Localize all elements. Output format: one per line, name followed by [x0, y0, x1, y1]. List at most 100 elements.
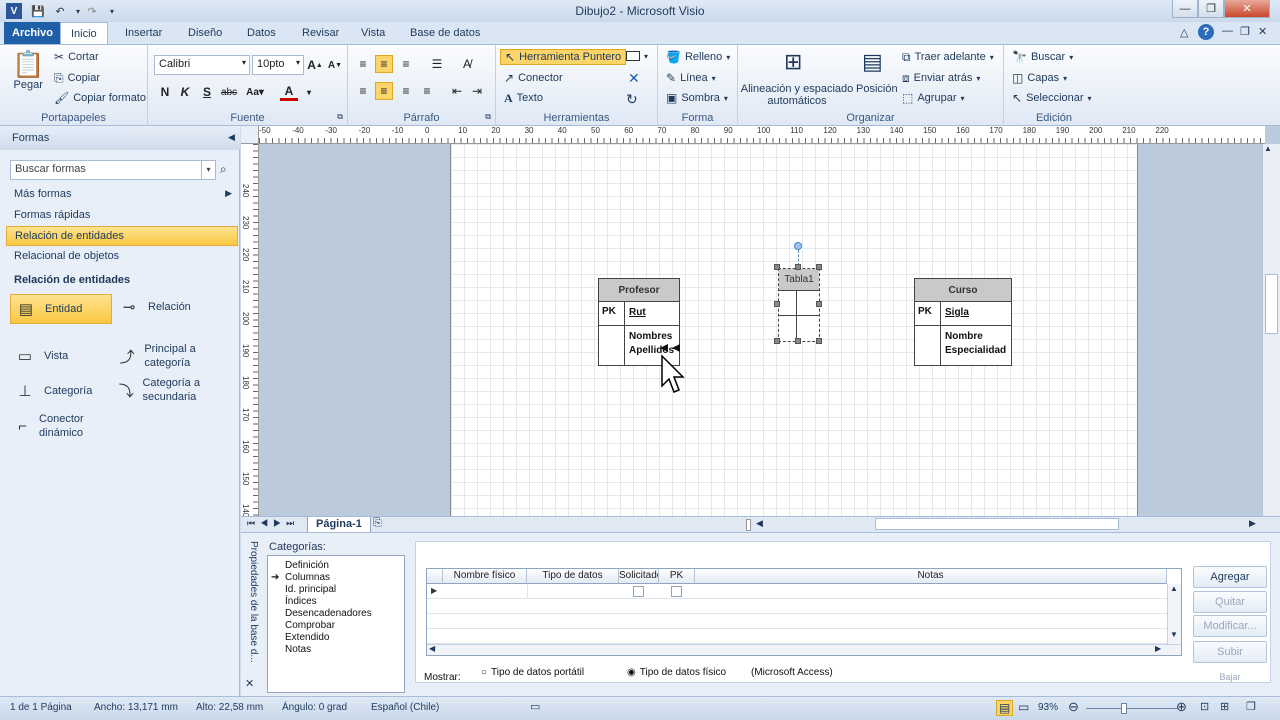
copy-button[interactable]: ⎘ Copiar: [54, 72, 100, 84]
rotate-icon[interactable]: ↻: [626, 91, 638, 108]
status-height[interactable]: Alto: 22,58 mm: [196, 702, 263, 713]
strikethrough-icon[interactable]: abc: [220, 83, 238, 101]
bring-forward-button[interactable]: ⧉ Traer adelante ▾: [902, 51, 994, 63]
more-shapes-item[interactable]: Más formas ▶: [6, 185, 238, 205]
ribbon-minimize-icon[interactable]: △: [1180, 26, 1188, 39]
auto-align-button[interactable]: Alineación y espaciado automáticos: [740, 83, 854, 107]
shadow-button[interactable]: ▣ Sombra ▾: [666, 92, 728, 104]
chevron-down-icon[interactable]: ▾: [300, 83, 318, 101]
tab-diseno[interactable]: Diseño: [178, 22, 232, 44]
font-size-combo[interactable]: 10pto ▾: [252, 55, 304, 75]
remove-button[interactable]: Quitar: [1193, 591, 1267, 613]
align-bottom-icon[interactable]: ≡: [397, 55, 415, 73]
move-down-button[interactable]: Bajar: [1193, 672, 1267, 686]
col-tipo-de-datos[interactable]: Tipo de datos: [527, 569, 619, 584]
tab-insertar[interactable]: Insertar: [115, 22, 172, 44]
send-backward-button[interactable]: ⧈ Enviar atrás ▾: [902, 72, 980, 84]
resize-handle[interactable]: [774, 264, 780, 270]
bullets-icon[interactable]: ☰: [428, 55, 446, 73]
modify-button[interactable]: Modificar...: [1193, 615, 1267, 637]
tab-base-de-datos[interactable]: Base de datos: [400, 22, 490, 44]
status-pages[interactable]: 1 de 1 Página: [10, 702, 72, 713]
rectangle-tool-button[interactable]: ▾: [626, 51, 648, 61]
scroll-up-icon[interactable]: ▲: [1170, 584, 1178, 593]
category-desencadenadores[interactable]: Desencadenadores: [285, 608, 372, 619]
rotation-handle[interactable]: [794, 242, 802, 250]
search-shapes-input[interactable]: Buscar formas ▾: [10, 160, 216, 180]
columns-grid[interactable]: Nombre físico Tipo de datos Solicitado P…: [426, 568, 1182, 656]
minimize-button[interactable]: —: [1172, 0, 1198, 18]
pk-checkbox[interactable]: [671, 586, 682, 597]
page-tab-pagina-1[interactable]: Página-1: [307, 517, 371, 533]
align-center-icon[interactable]: ≡: [375, 82, 393, 100]
resize-handle[interactable]: [774, 301, 780, 307]
scroll-right-icon[interactable]: ▶: [1249, 518, 1256, 529]
status-zoom[interactable]: 93%: [1038, 702, 1058, 713]
cut-button[interactable]: ✂ Cortar: [54, 51, 99, 63]
col-notas[interactable]: Notas: [695, 569, 1167, 584]
italic-icon[interactable]: K: [176, 83, 194, 101]
insert-page-icon[interactable]: ⎘: [373, 517, 382, 530]
shape-categoria-a-secundaria[interactable]: ⤵ Categoría a secundaria: [118, 376, 228, 404]
group-button[interactable]: ⬚ Agrupar ▾: [902, 92, 965, 104]
scroll-thumb[interactable]: [1265, 274, 1278, 334]
collapse-panel-icon[interactable]: ◀: [228, 132, 235, 143]
tab-vista[interactable]: Vista: [351, 22, 395, 44]
move-up-button[interactable]: Subir: [1193, 641, 1267, 663]
underline-icon[interactable]: S: [198, 83, 216, 101]
increase-indent-icon[interactable]: ⇥: [468, 82, 486, 100]
fill-button[interactable]: 🪣 Relleno ▾: [666, 51, 730, 63]
font-color-icon[interactable]: A: [280, 83, 298, 101]
bold-icon[interactable]: N: [156, 83, 174, 101]
shape-entidad[interactable]: ▤ Entidad: [10, 294, 112, 324]
close-button[interactable]: ✕: [1224, 0, 1270, 18]
scroll-left-icon[interactable]: ◀: [756, 518, 763, 529]
grid-vscroll[interactable]: ▲ ▼: [1167, 584, 1181, 644]
align-right-icon[interactable]: ≡: [397, 82, 415, 100]
fullscreen-view-icon[interactable]: ▭: [1018, 700, 1029, 714]
select-button[interactable]: ↖ Seleccionar ▾: [1012, 92, 1092, 104]
zoom-slider-thumb[interactable]: [1121, 703, 1127, 714]
dialog-launcher-icon[interactable]: ⧉: [485, 112, 491, 122]
close-x-icon[interactable]: ✕: [628, 70, 640, 87]
normal-view-icon[interactable]: ▤: [996, 700, 1014, 716]
drawing-page[interactable]: Profesor PK Rut Nombres Apellidos Tabla1…: [450, 144, 1138, 516]
close-panel-icon[interactable]: ✕: [245, 677, 254, 690]
stencil-relacional-de-objetos[interactable]: Relacional de objetos: [6, 247, 238, 267]
category-extendido[interactable]: Extendido: [285, 632, 329, 643]
decrease-indent-icon[interactable]: ⇤: [448, 82, 466, 100]
align-top-icon[interactable]: ≡: [354, 55, 372, 73]
font-name-combo[interactable]: Calibri ▾: [154, 55, 250, 75]
entity-curso[interactable]: Curso PK Sigla Nombre Especialidad: [914, 278, 1012, 366]
resize-handle[interactable]: [816, 264, 822, 270]
zoom-slider-track[interactable]: [1086, 708, 1178, 709]
doc-minimize-icon[interactable]: —: [1222, 25, 1233, 37]
resize-handle[interactable]: [795, 264, 801, 270]
tab-inicio[interactable]: Inicio: [60, 22, 108, 44]
macro-record-icon[interactable]: ▭: [530, 700, 540, 713]
doc-restore-icon[interactable]: ❐: [1240, 25, 1250, 38]
text-tool-button[interactable]: A Texto: [504, 92, 543, 104]
scroll-down-icon[interactable]: ▼: [1170, 630, 1178, 639]
col-nombre-fisico[interactable]: Nombre físico: [443, 569, 527, 584]
zoom-out-icon[interactable]: ⊖: [1068, 699, 1079, 715]
align-middle-icon[interactable]: ≡: [375, 55, 393, 73]
dialog-launcher-icon[interactable]: ⧉: [337, 112, 343, 122]
status-width[interactable]: Ancho: 13,171 mm: [94, 702, 178, 713]
status-angle[interactable]: Ángulo: 0 grad: [282, 702, 347, 713]
status-language[interactable]: Español (Chile): [371, 702, 439, 713]
maximize-button[interactable]: ❐: [1198, 0, 1224, 18]
hscroll-thumb[interactable]: [875, 518, 1119, 530]
connector-tool-button[interactable]: ↗ Conector: [504, 72, 563, 84]
radio-physical-datatype[interactable]: ◉ Tipo de datos físico: [627, 667, 726, 678]
grow-font-icon[interactable]: A ▲: [306, 56, 324, 74]
tab-datos[interactable]: Datos: [237, 22, 286, 44]
pointer-tool-button[interactable]: ↖ Herramienta Puntero: [500, 49, 627, 65]
category-notas[interactable]: Notas: [285, 644, 311, 655]
chevron-down-icon[interactable]: ▾: [201, 161, 215, 179]
search-icon[interactable]: ⌕: [220, 162, 227, 177]
col-pk[interactable]: PK: [659, 569, 695, 584]
stencil-relacion-de-entidades[interactable]: Relación de entidades: [6, 226, 238, 246]
change-case-icon[interactable]: Aa▾: [246, 83, 264, 101]
find-button[interactable]: 🔭 Buscar ▾: [1012, 51, 1073, 63]
